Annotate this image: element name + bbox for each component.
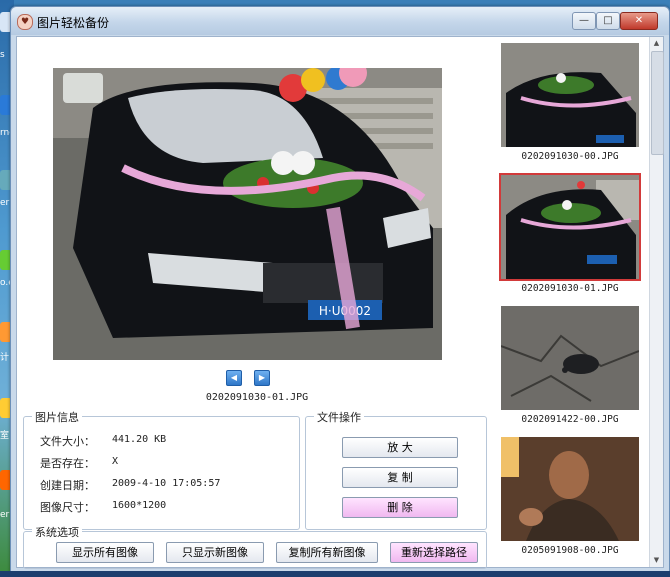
prev-image-button[interactable]: ◀ — [226, 370, 242, 386]
scroll-up-arrow[interactable]: ▲ — [650, 37, 663, 50]
thumbnail-filename: 0202091030-00.JPG — [521, 151, 619, 162]
desktop-icon-label: 室 — [0, 431, 10, 441]
system-options-group: 系统选项 显示所有图像 只显示新图像 复制所有新图像 重新选择路径 — [23, 524, 487, 569]
minimize-button[interactable]: — — [572, 12, 596, 30]
thumbnail-image — [501, 175, 639, 279]
system-options-title: 系统选项 — [32, 524, 82, 540]
close-button[interactable]: ✕ — [620, 12, 658, 30]
copy-new-images-button[interactable]: 复制所有新图像 — [276, 542, 378, 563]
image-size-value: 1600*1200 — [112, 500, 167, 511]
maximize-button[interactable]: □ — [596, 12, 620, 30]
preview-filename: 0202091030-01.JPG — [205, 392, 309, 403]
show-new-images-button[interactable]: 只显示新图像 — [166, 542, 264, 563]
car-photo: H·U0002 — [53, 68, 442, 360]
thumbnail[interactable] — [501, 306, 639, 410]
desktop-icon-label: 计 — [0, 353, 10, 363]
file-ops-title: 文件操作 — [314, 409, 364, 425]
thumbnail-image — [501, 437, 639, 541]
desktop-icon-label: er — [0, 198, 10, 208]
exists-value: X — [112, 456, 119, 467]
image-info-group: 图片信息 文件大小： 441.20 KB 是否存在： X 创建日期： 2009-… — [23, 409, 300, 530]
next-image-button[interactable]: ▶ — [254, 370, 270, 386]
created-date-label: 创建日期： — [40, 479, 95, 492]
thumbnail[interactable] — [501, 43, 639, 147]
desktop-icon-label: er — [0, 510, 10, 520]
scroll-down-arrow[interactable]: ▼ — [650, 554, 663, 567]
file-size-label: 文件大小： — [40, 435, 95, 448]
image-size-label: 图像尺寸： — [40, 501, 95, 514]
thumbnail-image — [501, 43, 639, 147]
file-size-value: 441.20 KB — [112, 434, 167, 445]
thumbnail[interactable] — [501, 437, 639, 541]
show-all-images-button[interactable]: 显示所有图像 — [56, 542, 154, 563]
thumbnail-filename: 0202091422-00.JPG — [521, 414, 619, 425]
client-area: H·U0002 ◀ ▶ 0202091030-01.JPG 图片信息 文件大小：… — [16, 36, 664, 569]
desktop-icon-label: s — [0, 50, 5, 60]
reselect-path-button[interactable]: 重新选择路径 — [390, 542, 478, 563]
copy-button[interactable]: 复 制 — [342, 467, 458, 488]
scroll-thumb[interactable] — [651, 51, 664, 155]
app-window: ♥ 图片轻松备份 — □ ✕ H·U0002 ◀ ▶ 0202091030-01… — [10, 6, 670, 573]
thumbnail-filename: 0202091030-01.JPG — [521, 283, 619, 294]
file-ops-group: 文件操作 放 大 复 制 删 除 — [305, 409, 487, 530]
window-title: 图片轻松备份 — [37, 16, 110, 30]
thumbnail-filename: 0205091908-00.JPG — [521, 545, 619, 556]
zoom-button[interactable]: 放 大 — [342, 437, 458, 458]
app-icon: ♥ — [17, 14, 33, 30]
image-info-title: 图片信息 — [32, 409, 82, 425]
main-preview-image[interactable]: H·U0002 — [53, 68, 442, 360]
thumbnail-image — [501, 306, 639, 410]
taskbar — [0, 571, 670, 577]
thumbnail-selected[interactable] — [499, 173, 641, 281]
title-bar[interactable]: ♥ 图片轻松备份 — □ ✕ — [11, 7, 669, 35]
delete-button[interactable]: 删 除 — [342, 497, 458, 518]
created-date-value: 2009-4-10 17:05:57 — [112, 478, 221, 489]
exists-label: 是否存在： — [40, 457, 95, 470]
thumbnail-scrollbar[interactable]: ▲ ▼ — [649, 37, 664, 567]
